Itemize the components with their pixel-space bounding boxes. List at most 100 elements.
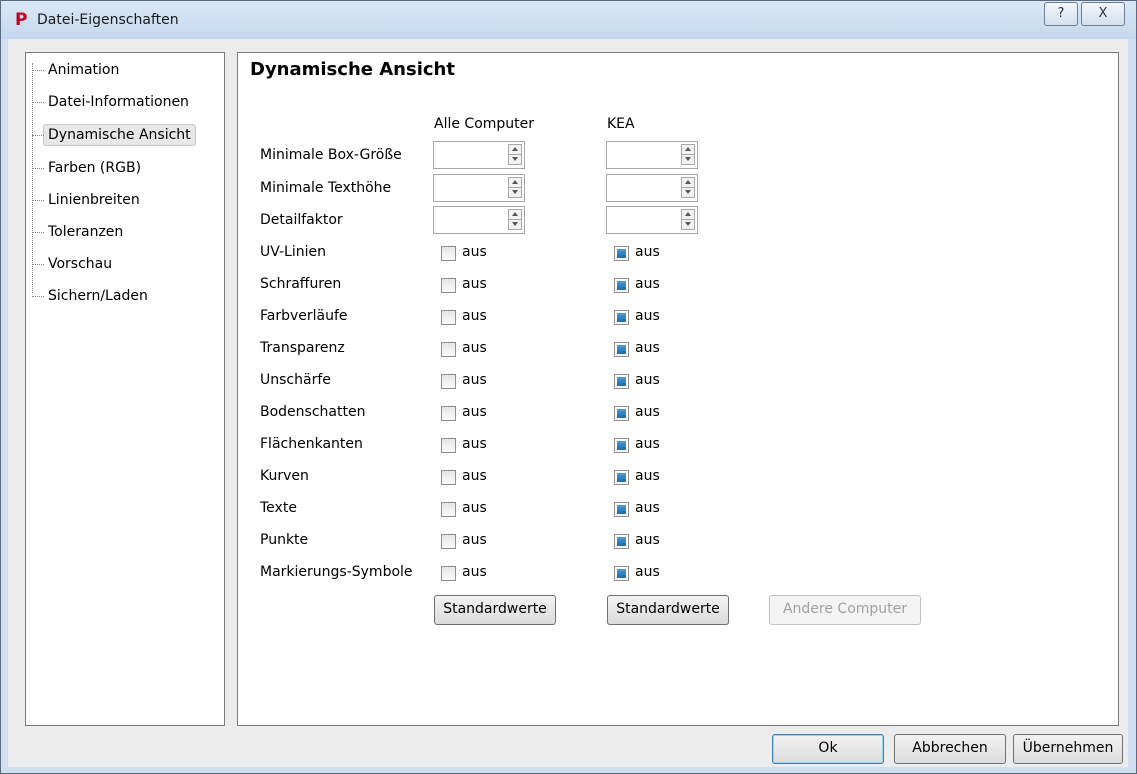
gradients-kea-checkbox[interactable] — [614, 310, 629, 325]
checkbox-label: aus — [635, 500, 660, 516]
marker-symbols-all-checkbox[interactable] — [441, 566, 456, 581]
label-hatching: Schraffuren — [260, 276, 342, 292]
app-logo-icon: P — [15, 10, 28, 30]
close-button[interactable]: X — [1081, 2, 1125, 26]
checkbox-label: aus — [635, 468, 660, 484]
defaults-kea-button[interactable]: Standardwerte — [607, 595, 729, 625]
settings-panel: Dynamische Ansicht Alle Computer KEA Min… — [237, 52, 1119, 726]
hatching-kea-checkbox[interactable] — [614, 278, 629, 293]
checkbox-label: aus — [635, 436, 660, 452]
uv-lines-kea-checkbox[interactable] — [614, 246, 629, 261]
checkbox-label: aus — [635, 372, 660, 388]
label-transparency: Transparenz — [260, 340, 345, 356]
min-text-height-kea-spinner[interactable] — [606, 174, 698, 202]
title-bar[interactable]: P Datei-Eigenschaften ? X — [1, 1, 1136, 39]
ground-shadow-all-checkbox[interactable] — [441, 406, 456, 421]
texts-kea-checkbox[interactable] — [614, 502, 629, 517]
spin-down-icon[interactable] — [681, 154, 695, 165]
label-gradients: Farbverläufe — [260, 308, 348, 324]
checkbox-label: aus — [635, 276, 660, 292]
checkbox-label: aus — [462, 276, 487, 292]
checkbox-label: aus — [462, 436, 487, 452]
points-kea-checkbox[interactable] — [614, 534, 629, 549]
label-min-box-size: Minimale Box-Größe — [260, 147, 402, 163]
checkbox-label: aus — [462, 372, 487, 388]
blur-all-checkbox[interactable] — [441, 374, 456, 389]
tree-item-toleranzen[interactable]: Toleranzen — [32, 219, 123, 245]
tree-item-datei-informationen[interactable]: Datei-Informationen — [32, 89, 189, 115]
gradients-all-checkbox[interactable] — [441, 310, 456, 325]
spin-down-icon[interactable] — [508, 219, 522, 230]
checkbox-label: aus — [462, 468, 487, 484]
defaults-all-button[interactable]: Standardwerte — [434, 595, 556, 625]
tree-item-label: Toleranzen — [48, 224, 124, 240]
spin-down-icon[interactable] — [508, 187, 522, 198]
label-min-text-height: Minimale Texthöhe — [260, 180, 392, 196]
tree-item-label: Animation — [48, 62, 120, 78]
checkbox-label: aus — [635, 340, 660, 356]
tree-item-linienbreiten[interactable]: Linienbreiten — [32, 187, 140, 213]
checkbox-label: aus — [635, 404, 660, 420]
transparency-kea-checkbox[interactable] — [614, 342, 629, 357]
ok-button[interactable]: Ok — [772, 734, 884, 764]
label-blur: Unschärfe — [260, 372, 331, 388]
tree-item-label: Dynamische Ansicht — [43, 124, 196, 146]
detail-factor-kea-spinner[interactable] — [606, 206, 698, 234]
help-button[interactable]: ? — [1044, 2, 1078, 26]
checkbox-label: aus — [462, 404, 487, 420]
label-points: Punkte — [260, 532, 309, 548]
checkbox-label: aus — [462, 244, 487, 260]
marker-symbols-kea-checkbox[interactable] — [614, 566, 629, 581]
tree-item-label: Datei-Informationen — [48, 94, 189, 110]
page-title: Dynamische Ansicht — [250, 59, 455, 80]
label-texts: Texte — [260, 500, 297, 516]
hatching-all-checkbox[interactable] — [441, 278, 456, 293]
dialog-window: P Datei-Eigenschaften ? X Animation Date… — [0, 0, 1137, 774]
tree-item-label: Linienbreiten — [48, 192, 140, 208]
tree-item-label: Sichern/Laden — [48, 288, 148, 304]
cancel-button[interactable]: Abbrechen — [894, 734, 1006, 764]
tree-item-dynamische-ansicht[interactable]: Dynamische Ansicht — [32, 122, 196, 148]
checkbox-label: aus — [635, 564, 660, 580]
tree-item-label: Farben (RGB) — [48, 160, 142, 176]
face-edges-kea-checkbox[interactable] — [614, 438, 629, 453]
uv-lines-all-checkbox[interactable] — [441, 246, 456, 261]
label-curves: Kurven — [260, 468, 309, 484]
checkbox-label: aus — [462, 532, 487, 548]
checkbox-label: aus — [462, 500, 487, 516]
tree-item-animation[interactable]: Animation — [32, 57, 119, 83]
tree-item-sichern-laden[interactable]: Sichern/Laden — [32, 283, 148, 309]
checkbox-label: aus — [635, 532, 660, 548]
spin-down-icon[interactable] — [508, 154, 522, 165]
tree-item-label: Vorschau — [48, 256, 113, 272]
ground-shadow-kea-checkbox[interactable] — [614, 406, 629, 421]
checkbox-label: aus — [635, 244, 660, 260]
min-box-size-all-spinner[interactable] — [433, 141, 525, 169]
label-marker-symbols: Markierungs-Symbole — [260, 564, 413, 580]
checkbox-label: aus — [462, 564, 487, 580]
tree-item-farben[interactable]: Farben (RGB) — [32, 155, 141, 181]
points-all-checkbox[interactable] — [441, 534, 456, 549]
checkbox-label: aus — [462, 308, 487, 324]
spin-down-icon[interactable] — [681, 187, 695, 198]
label-ground-shadow: Bodenschatten — [260, 404, 366, 420]
label-detail-factor: Detailfaktor — [260, 212, 343, 228]
min-box-size-kea-spinner[interactable] — [606, 141, 698, 169]
detail-factor-all-spinner[interactable] — [433, 206, 525, 234]
blur-kea-checkbox[interactable] — [614, 374, 629, 389]
checkbox-label: aus — [462, 340, 487, 356]
texts-all-checkbox[interactable] — [441, 502, 456, 517]
min-text-height-all-spinner[interactable] — [433, 174, 525, 202]
curves-kea-checkbox[interactable] — [614, 470, 629, 485]
tree-item-vorschau[interactable]: Vorschau — [32, 251, 112, 277]
curves-all-checkbox[interactable] — [441, 470, 456, 485]
window-title: Datei-Eigenschaften — [37, 12, 179, 28]
spin-down-icon[interactable] — [681, 219, 695, 230]
column-header-kea: KEA — [607, 116, 635, 132]
face-edges-all-checkbox[interactable] — [441, 438, 456, 453]
transparency-all-checkbox[interactable] — [441, 342, 456, 357]
label-uv-lines: UV-Linien — [260, 244, 326, 260]
category-tree: Animation Datei-Informationen Dynamische… — [25, 52, 225, 726]
apply-button[interactable]: Übernehmen — [1013, 734, 1123, 764]
other-computers-button[interactable]: Andere Computer — [769, 595, 921, 625]
